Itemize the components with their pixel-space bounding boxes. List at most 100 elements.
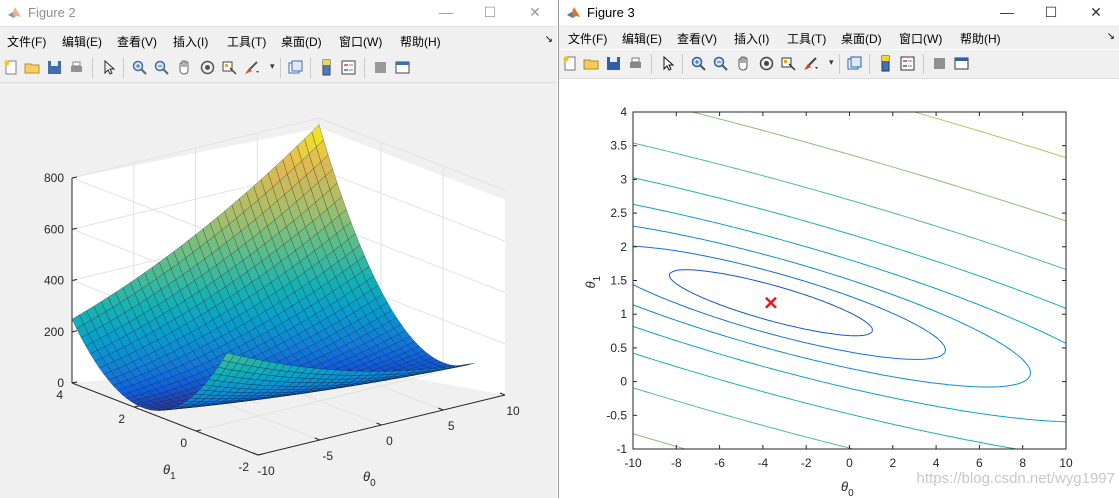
x-tick-label: 6 bbox=[976, 456, 983, 470]
title-bar[interactable]: Figure 2 — ☐ ✕ bbox=[0, 0, 557, 27]
figure-canvas[interactable]: -10 -8 -6 -4 -2 0 2 4 6 8 10 -1 -0.5 0 0.5 1 1.5 2 2.5 3 3.5… bbox=[559, 79, 1119, 498]
title-bar[interactable]: Figure 3 — ☐ ✕ bbox=[559, 0, 1119, 27]
brush-icon[interactable] bbox=[243, 59, 260, 76]
menu-bar: 文件(F) 编辑(E) 查看(V) 插入(I) 工具(T) 桌面(D) 窗口(W… bbox=[559, 25, 1119, 49]
hide-plot-tools-icon[interactable] bbox=[372, 59, 389, 76]
x-axis-label: θ0 bbox=[363, 469, 376, 489]
zoom-in-icon[interactable] bbox=[690, 55, 707, 72]
surface-plot[interactable]: 0200400600800-10-50510-2024 θ0 θ1 bbox=[0, 83, 557, 498]
new-figure-icon[interactable] bbox=[562, 55, 579, 72]
x-tick-label: -5 bbox=[322, 449, 333, 463]
toolbar-separator bbox=[682, 54, 683, 74]
link-plot-icon[interactable] bbox=[287, 59, 304, 76]
maximize-button[interactable]: ☐ bbox=[1029, 0, 1073, 24]
menu-help[interactable]: 帮助(H) bbox=[400, 33, 441, 50]
y-tick-label: 3.5 bbox=[610, 139, 627, 153]
menu-overflow-icon[interactable]: ↘ bbox=[545, 34, 553, 45]
menu-desktop[interactable]: 桌面(D) bbox=[841, 30, 882, 47]
y-tick-label: -2 bbox=[238, 460, 249, 474]
zoom-in-icon[interactable] bbox=[131, 59, 148, 76]
menu-insert[interactable]: 插入(I) bbox=[173, 33, 208, 50]
menu-file[interactable]: 文件(F) bbox=[7, 33, 46, 50]
close-button[interactable]: ✕ bbox=[1074, 0, 1118, 24]
brush-dropdown-icon[interactable]: ▾ bbox=[270, 61, 275, 72]
brush-dropdown-icon[interactable]: ▾ bbox=[829, 57, 834, 68]
zoom-out-icon[interactable] bbox=[712, 55, 729, 72]
toolbar-separator bbox=[869, 54, 870, 74]
y-tick-label: 4 bbox=[56, 388, 63, 402]
menu-file[interactable]: 文件(F) bbox=[568, 30, 607, 47]
contour-plot[interactable]: -10 -8 -6 -4 -2 0 2 4 6 8 10 -1 -0.5 0 0.5 1 1.5 2 2.5 3 3.5… bbox=[559, 79, 1119, 498]
menu-tools[interactable]: 工具(T) bbox=[787, 30, 826, 47]
print-icon[interactable] bbox=[68, 59, 85, 76]
pointer-icon[interactable] bbox=[100, 59, 117, 76]
link-plot-icon[interactable] bbox=[846, 55, 863, 72]
y-tick-label: 2 bbox=[620, 240, 627, 254]
toolbar-separator bbox=[280, 58, 281, 78]
minimize-button[interactable]: — bbox=[985, 0, 1029, 24]
y-tick-label: 0 bbox=[620, 375, 627, 389]
open-file-icon[interactable] bbox=[24, 59, 41, 76]
x-tick-label: -10 bbox=[257, 464, 275, 478]
menu-edit[interactable]: 编辑(E) bbox=[622, 30, 662, 47]
y-tick-label: 0 bbox=[180, 436, 187, 450]
legend-icon[interactable] bbox=[899, 55, 916, 72]
save-icon[interactable] bbox=[46, 59, 63, 76]
watermark-text: https://blog.csdn.net/wyg1997 bbox=[917, 470, 1115, 487]
menu-window[interactable]: 窗口(W) bbox=[899, 30, 942, 47]
figure-3-window[interactable]: Figure 3 — ☐ ✕ 文件(F) 编辑(E) 查看(V) 插入(I) 工… bbox=[558, 0, 1119, 498]
menu-help[interactable]: 帮助(H) bbox=[960, 30, 1001, 47]
menu-overflow-icon[interactable]: ↘ bbox=[1107, 31, 1115, 42]
brush-icon[interactable] bbox=[802, 55, 819, 72]
rotate-3d-icon[interactable] bbox=[199, 59, 216, 76]
toolbar-separator bbox=[123, 58, 124, 78]
data-cursor-icon[interactable] bbox=[221, 59, 238, 76]
z-tick-label: 400 bbox=[44, 274, 64, 288]
open-file-icon[interactable] bbox=[583, 55, 600, 72]
rotate-3d-icon[interactable] bbox=[758, 55, 775, 72]
save-icon[interactable] bbox=[605, 55, 622, 72]
y-tick-label: 4 bbox=[620, 105, 627, 119]
menu-view[interactable]: 查看(V) bbox=[677, 30, 717, 47]
colorbar-icon[interactable] bbox=[318, 59, 335, 76]
new-figure-icon[interactable] bbox=[3, 59, 20, 76]
figure-canvas[interactable]: 0 200 400 600 800 -10 -5 0 5 10 -2 0 2 4 θ0 θ1 bbox=[0, 83, 557, 498]
print-icon[interactable] bbox=[627, 55, 644, 72]
hide-plot-tools-icon[interactable] bbox=[931, 55, 948, 72]
x-tick-label: 4 bbox=[933, 456, 940, 470]
show-plot-tools-icon[interactable] bbox=[394, 59, 411, 76]
y-tick-label: -0.5 bbox=[606, 408, 627, 422]
window-title: Figure 3 bbox=[587, 5, 635, 20]
colorbar-icon[interactable] bbox=[877, 55, 894, 72]
y-axis-label: θ1 bbox=[163, 462, 176, 482]
legend-icon[interactable] bbox=[340, 59, 357, 76]
matlab-logo-icon bbox=[8, 7, 21, 18]
menu-window[interactable]: 窗口(W) bbox=[339, 33, 382, 50]
pan-icon[interactable] bbox=[176, 59, 193, 76]
figure-2-window[interactable]: Figure 2 — ☐ ✕ 文件(F) 编辑(E) 查看(V) 插入(I) 工… bbox=[0, 0, 557, 498]
menu-tools[interactable]: 工具(T) bbox=[227, 33, 266, 50]
toolbar-separator bbox=[839, 54, 840, 74]
figure-toolbar: ▾ bbox=[0, 54, 557, 83]
minimize-button[interactable]: — bbox=[424, 0, 468, 24]
x-tick-label: 0 bbox=[846, 456, 853, 470]
show-plot-tools-icon[interactable] bbox=[953, 55, 970, 72]
y-tick-label: 3 bbox=[620, 172, 627, 186]
data-cursor-icon[interactable] bbox=[780, 55, 797, 72]
close-button[interactable]: ✕ bbox=[513, 0, 557, 24]
toolbar-separator bbox=[92, 58, 93, 78]
maximize-button[interactable]: ☐ bbox=[468, 0, 512, 24]
menu-edit[interactable]: 编辑(E) bbox=[62, 33, 102, 50]
x-tick-label: -8 bbox=[671, 456, 682, 470]
pointer-icon[interactable] bbox=[659, 55, 676, 72]
menu-desktop[interactable]: 桌面(D) bbox=[281, 33, 322, 50]
matlab-logo-icon bbox=[567, 7, 580, 18]
x-tick-label: 10 bbox=[506, 404, 520, 418]
zoom-out-icon[interactable] bbox=[153, 59, 170, 76]
toolbar-separator bbox=[364, 58, 365, 78]
pan-icon[interactable] bbox=[735, 55, 752, 72]
menu-view[interactable]: 查看(V) bbox=[117, 33, 157, 50]
x-tick-label: -6 bbox=[714, 456, 725, 470]
z-tick-label: 200 bbox=[44, 325, 64, 339]
menu-insert[interactable]: 插入(I) bbox=[734, 30, 769, 47]
